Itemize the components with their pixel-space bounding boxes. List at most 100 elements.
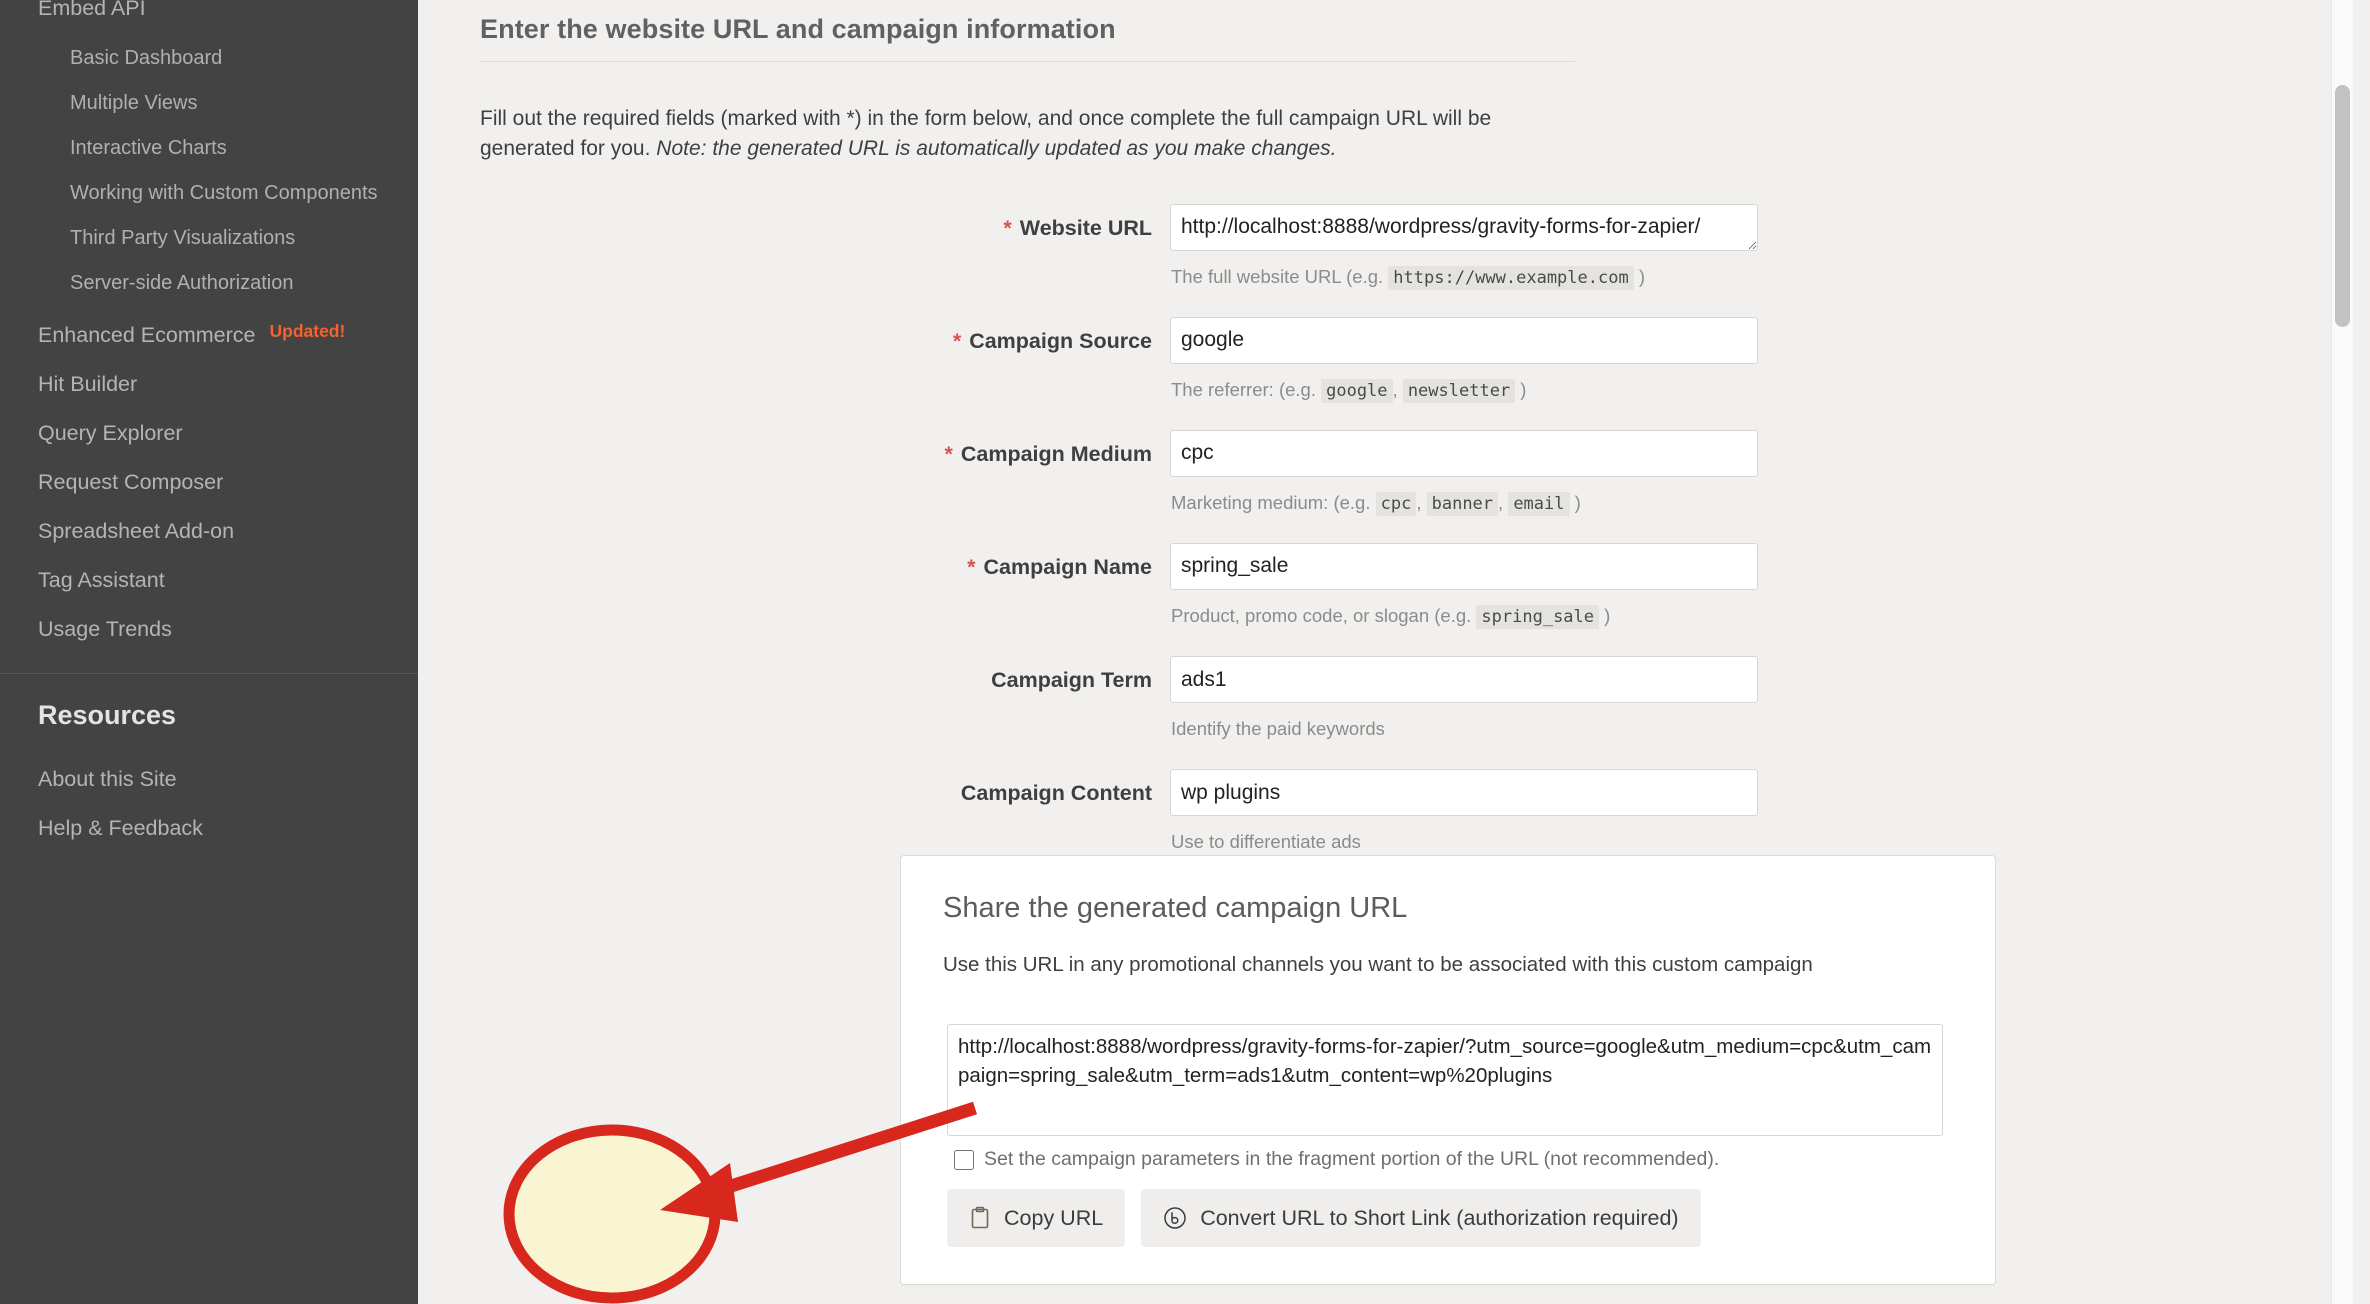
copy-url-button[interactable]: Copy URL: [947, 1189, 1125, 1247]
help-separator: ,: [1498, 492, 1508, 513]
campaign-medium-help: Marketing medium: (e.g. cpc, banner, ema…: [1171, 491, 1760, 515]
campaign-name-help: Product, promo code, or slogan (e.g. spr…: [1171, 604, 1760, 628]
required-asterisk: *: [967, 555, 975, 579]
clipboard-icon: [969, 1206, 991, 1230]
campaign-name-label: * Campaign Name: [480, 543, 1170, 579]
page-scrollbar-track[interactable]: [2331, 0, 2353, 1304]
sidebar-item-label: Working with Custom Components: [0, 183, 378, 203]
sidebar: Embed API Basic Dashboard Multiple Views In…: [0, 0, 418, 1304]
sidebar-item-label: About this Site: [0, 769, 177, 791]
app-root: Embed API Basic Dashboard Multiple Views In…: [0, 0, 2370, 1304]
help-prefix: Identify the paid keywords: [1171, 718, 1385, 739]
help-separator: ,: [1393, 379, 1403, 400]
help-prefix: The full website URL (e.g.: [1171, 266, 1388, 287]
website-url-input[interactable]: [1170, 204, 1758, 251]
campaign-name-input[interactable]: [1170, 543, 1758, 590]
help-code-example: banner: [1427, 492, 1498, 516]
sidebar-item-query-explorer[interactable]: Query Explorer: [0, 409, 418, 458]
intro-paragraph: Fill out the required fields (marked wit…: [480, 104, 1575, 164]
sidebar-item-label: Spreadsheet Add-on: [0, 521, 234, 543]
campaign-medium-input[interactable]: [1170, 430, 1758, 477]
help-prefix: Use to differentiate ads: [1171, 831, 1361, 852]
help-suffix: ): [1515, 379, 1526, 400]
sidebar-item-label: Embed API: [0, 0, 146, 19]
sidebar-item-label: Usage Trends: [0, 619, 172, 641]
sidebar-item-embed-api[interactable]: Embed API: [0, 0, 418, 33]
website-url-field-column: The full website URL (e.g. https://www.e…: [1170, 204, 1760, 317]
convert-short-link-button[interactable]: Convert URL to Short Link (authorization…: [1141, 1189, 1700, 1247]
sidebar-item-spreadsheet-add-on[interactable]: Spreadsheet Add-on: [0, 507, 418, 556]
campaign-content-label: Campaign Content: [480, 769, 1170, 805]
sidebar-item-hit-builder[interactable]: Hit Builder: [0, 360, 418, 409]
sidebar-item-working-with-custom-components[interactable]: Working with Custom Components: [0, 170, 418, 215]
sidebar-item-about-this-site[interactable]: About this Site: [0, 755, 418, 804]
campaign-content-input[interactable]: [1170, 769, 1758, 816]
page-scrollbar-thumb[interactable]: [2335, 85, 2350, 328]
required-asterisk: *: [1003, 216, 1011, 240]
sidebar-item-label: Server-side Authorization: [0, 273, 293, 293]
sidebar-item-label: Tag Assistant: [0, 570, 165, 592]
help-code-example: https://www.example.com: [1388, 266, 1633, 290]
help-suffix: ): [1634, 266, 1645, 287]
share-card-title: Share the generated campaign URL: [901, 856, 1995, 925]
sidebar-item-label: Help & Feedback: [0, 818, 203, 840]
campaign-medium-label-text: Campaign Medium: [961, 442, 1152, 466]
sidebar-item-tag-assistant[interactable]: Tag Assistant: [0, 556, 418, 605]
sidebar-item-basic-dashboard[interactable]: Basic Dashboard: [0, 35, 418, 80]
campaign-term-label: Campaign Term: [480, 656, 1170, 692]
campaign-source-field-column: The referrer: (e.g. google, newsletter ): [1170, 317, 1760, 430]
copy-url-button-label: Copy URL: [1004, 1206, 1103, 1231]
title-divider: [480, 61, 1575, 62]
required-asterisk: *: [953, 329, 961, 353]
campaign-name-field-column: Product, promo code, or slogan (e.g. spr…: [1170, 543, 1760, 656]
sidebar-item-interactive-charts[interactable]: Interactive Charts: [0, 125, 418, 170]
sidebar-item-label: Enhanced Ecommerce: [0, 325, 256, 347]
sidebar-item-help-feedback[interactable]: Help & Feedback: [0, 804, 418, 853]
campaign-source-label: *Campaign Source: [480, 317, 1170, 353]
help-suffix: ): [1570, 492, 1581, 513]
fragment-checkbox-label[interactable]: Set the campaign parameters in the fragm…: [984, 1148, 1719, 1171]
sidebar-item-usage-trends[interactable]: Usage Trends: [0, 605, 418, 654]
campaign-term-help: Identify the paid keywords: [1171, 717, 1760, 741]
campaign-name-label-text: Campaign Name: [984, 555, 1152, 579]
campaign-term-label-text: Campaign Term: [991, 668, 1152, 692]
campaign-form: * Website URL The full website URL (e.g. …: [480, 204, 1980, 882]
share-card-subtitle: Use this URL in any promotional channels…: [901, 953, 1995, 977]
help-separator: ,: [1416, 492, 1426, 513]
convert-short-link-button-label: Convert URL to Short Link (authorization…: [1200, 1206, 1678, 1231]
sidebar-resources-section: Resources About this Site Help & Feedback: [0, 700, 418, 853]
form-row-campaign-name: * Campaign Name Product, promo code, or s…: [480, 543, 1980, 656]
help-code-example: spring_sale: [1476, 605, 1599, 629]
help-prefix: Product, promo code, or slogan (e.g.: [1171, 605, 1476, 626]
sidebar-item-request-composer[interactable]: Request Composer: [0, 458, 418, 507]
intro-note: Note: the generated URL is automatically…: [656, 137, 1336, 160]
help-prefix: The referrer: (e.g.: [1171, 379, 1321, 400]
sidebar-item-multiple-views[interactable]: Multiple Views: [0, 80, 418, 125]
sidebar-item-enhanced-ecommerce[interactable]: Enhanced Ecommerce Updated!: [0, 311, 418, 360]
form-row-website-url: * Website URL The full website URL (e.g. …: [480, 204, 1980, 317]
share-campaign-url-card: Share the generated campaign URL Use thi…: [900, 855, 1996, 1285]
sidebar-item-third-party-visualizations[interactable]: Third Party Visualizations: [0, 215, 418, 260]
content-column: Enter the website URL and campaign infor…: [480, 0, 1980, 882]
form-row-campaign-source: *Campaign Source The referrer: (e.g. goo…: [480, 317, 1980, 430]
sidebar-item-label: Third Party Visualizations: [0, 228, 295, 248]
website-url-help: The full website URL (e.g. https://www.e…: [1171, 265, 1760, 289]
generated-url-textarea[interactable]: [947, 1024, 1943, 1136]
sidebar-item-server-side-authorization[interactable]: Server-side Authorization: [0, 260, 418, 305]
campaign-term-input[interactable]: [1170, 656, 1758, 703]
campaign-content-label-text: Campaign Content: [961, 781, 1152, 805]
website-url-label-text: Website URL: [1020, 216, 1152, 240]
main-content: Enter the website URL and campaign infor…: [418, 0, 2353, 1304]
fragment-option-row: Set the campaign parameters in the fragm…: [947, 1148, 1719, 1171]
updated-badge: Updated!: [270, 321, 346, 342]
help-code-example: google: [1321, 379, 1392, 403]
campaign-source-input[interactable]: [1170, 317, 1758, 364]
sidebar-item-label: Interactive Charts: [0, 138, 227, 158]
sidebar-item-label: Basic Dashboard: [0, 48, 222, 68]
fragment-checkbox[interactable]: [954, 1150, 974, 1170]
sidebar-divider: [0, 673, 418, 674]
resources-list: About this Site Help & Feedback: [0, 755, 418, 853]
form-row-campaign-term: Campaign Term Identify the paid keywords: [480, 656, 1980, 769]
resources-heading: Resources: [0, 700, 418, 731]
sidebar-item-label: Multiple Views: [0, 93, 197, 113]
